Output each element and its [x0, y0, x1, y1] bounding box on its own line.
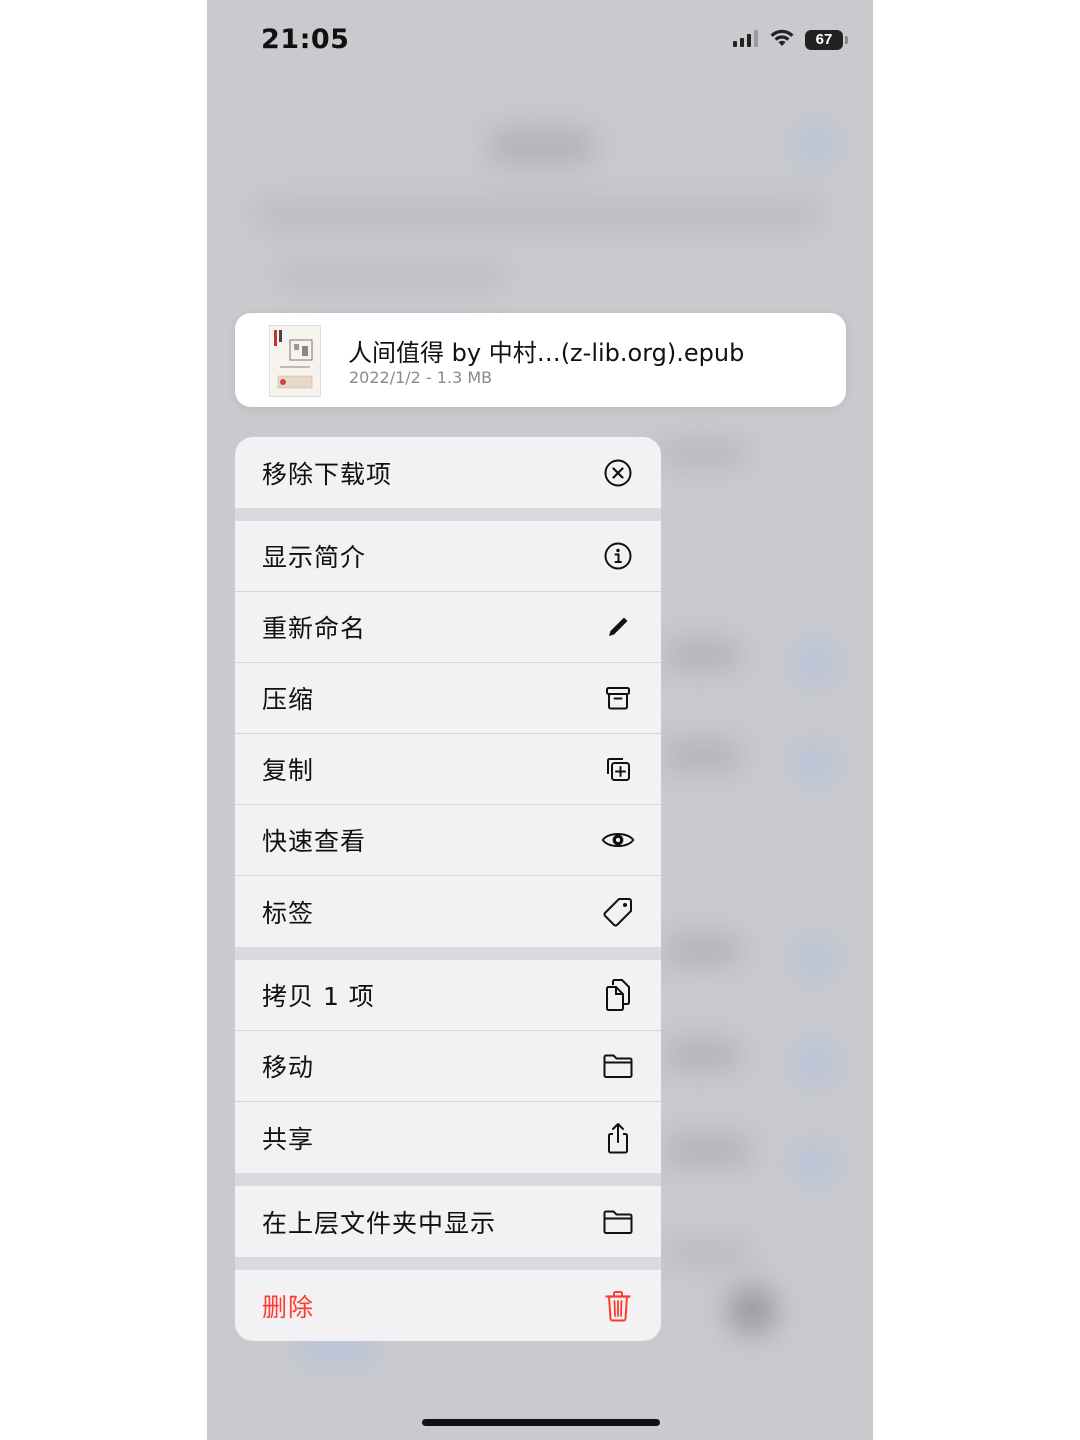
menu-separator: [235, 1257, 661, 1270]
wifi-icon: [769, 28, 795, 51]
background-button-blur: [792, 1040, 838, 1086]
background-row-blur: [662, 1040, 742, 1070]
background-row-blur: [662, 740, 742, 770]
menu-item-label: 标签: [262, 898, 315, 928]
status-time: 21:05: [261, 24, 350, 55]
menu-item-compress[interactable]: 压缩: [235, 663, 661, 734]
background-search-blur: [253, 196, 823, 230]
xmark-circle-icon: [601, 456, 635, 490]
trash-icon: [601, 1289, 635, 1323]
menu-group-transfer: 拷贝 1 项 移动 共享: [235, 960, 661, 1173]
file-meta: 2022/1/2 - 1.3 MB: [349, 368, 493, 387]
cellular-signal-icon: [733, 29, 759, 51]
menu-item-remove-download[interactable]: 移除下载项: [235, 437, 661, 508]
tag-icon: [601, 895, 635, 929]
home-indicator[interactable]: [422, 1419, 660, 1426]
menu-item-label: 移除下载项: [262, 459, 393, 489]
menu-item-duplicate[interactable]: 复制: [235, 734, 661, 805]
menu-item-label: 压缩: [262, 685, 315, 714]
battery-tip: [845, 35, 848, 44]
background-button-blur: [792, 935, 838, 981]
menu-item-copy[interactable]: 拷贝 1 项: [235, 960, 661, 1031]
status-icons: 67: [733, 28, 848, 51]
menu-separator: [235, 947, 661, 960]
background-button-blur: [792, 1140, 838, 1186]
menu-item-label: 共享: [262, 1124, 315, 1154]
menu-item-label: 快速查看: [262, 827, 367, 856]
pencil-icon: [601, 610, 635, 644]
background-row-blur: [662, 935, 742, 965]
book-cover-thumbnail: [269, 325, 321, 397]
share-icon: [601, 1121, 635, 1155]
background-row-blur: [662, 640, 742, 670]
background-row-blur: [662, 1135, 752, 1165]
copy-doc-icon: [601, 978, 635, 1012]
background-title-blur: [487, 128, 597, 164]
menu-item-share[interactable]: 共享: [235, 1102, 661, 1173]
menu-item-get-info[interactable]: 显示简介: [235, 521, 661, 592]
archivebox-icon: [601, 681, 635, 715]
phone-screen: 21:05 67 人间值得 by 中村…(z-lib.org).epub 202…: [207, 0, 873, 1440]
folder-icon: [601, 1049, 635, 1083]
background-row-blur: [727, 1285, 777, 1335]
file-preview-card: 人间值得 by 中村…(z-lib.org).epub 2022/1/2 - 1…: [235, 313, 846, 407]
menu-item-label: 删除: [262, 1292, 315, 1322]
menu-group-delete: 删除: [235, 1270, 661, 1341]
menu-item-label: 显示简介: [262, 543, 367, 572]
battery-level: 67: [815, 31, 833, 48]
folder-icon: [601, 1205, 635, 1239]
menu-item-label: 重新命名: [262, 614, 367, 643]
menu-item-quick-look[interactable]: 快速查看: [235, 805, 661, 876]
menu-item-label: 移动: [262, 1053, 315, 1082]
menu-item-rename[interactable]: 重新命名: [235, 592, 661, 663]
menu-group-enclosing: 在上层文件夹中显示: [235, 1186, 661, 1257]
duplicate-icon: [601, 752, 635, 786]
menu-item-label: 复制: [262, 756, 315, 785]
menu-item-move[interactable]: 移动: [235, 1031, 661, 1102]
background-row-blur: [277, 262, 507, 288]
eye-icon: [601, 823, 635, 857]
menu-item-tags[interactable]: 标签: [235, 876, 661, 947]
file-name: 人间值得 by 中村…(z-lib.org).epub: [348, 339, 745, 367]
context-menu: 移除下载项 显示简介 重新命名 压缩 复制 快速查看 标签 拷贝 1 项 移动 …: [235, 437, 661, 1341]
menu-item-delete[interactable]: 删除: [235, 1270, 661, 1341]
menu-item-label: 在上层文件夹中显示: [262, 1208, 497, 1238]
battery-indicator: 67: [805, 29, 848, 50]
background-row-blur: [662, 1240, 752, 1266]
info-circle-icon: [601, 539, 635, 573]
menu-separator: [235, 508, 661, 521]
background-button-blur: [792, 122, 838, 168]
menu-separator: [235, 1173, 661, 1186]
menu-group-file-actions: 显示简介 重新命名 压缩 复制 快速查看 标签: [235, 521, 661, 947]
menu-item-label: 拷贝 1 项: [262, 982, 375, 1011]
menu-group-download: 移除下载项: [235, 437, 661, 508]
background-button-blur: [792, 740, 838, 786]
background-button-blur: [792, 640, 838, 686]
background-row-blur: [657, 440, 747, 466]
menu-item-show-in-enclosing-folder[interactable]: 在上层文件夹中显示: [235, 1186, 661, 1257]
